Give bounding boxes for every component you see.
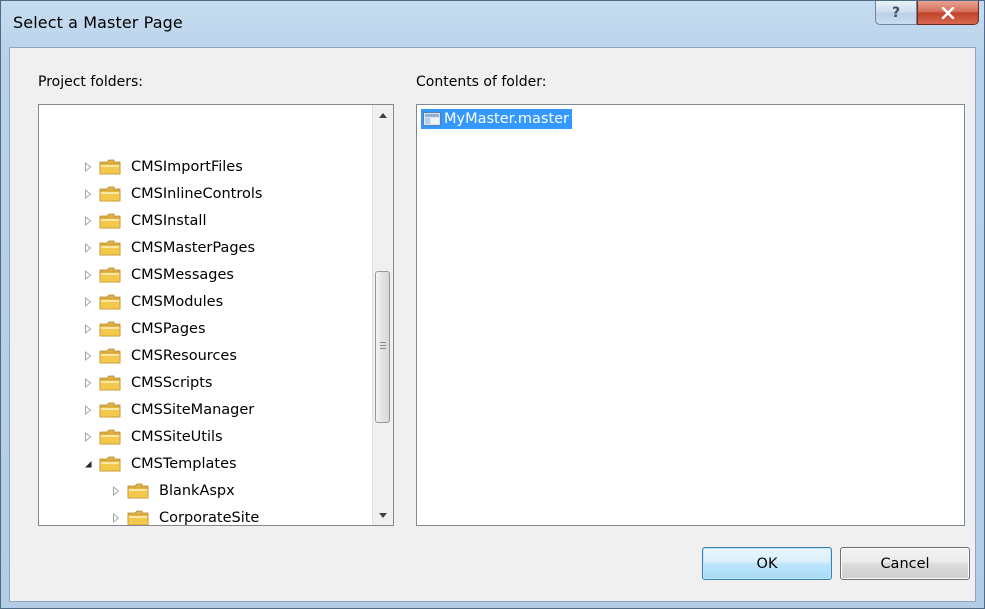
tree-item[interactable]: BlankAspx <box>111 477 238 504</box>
folder-icon <box>99 186 121 201</box>
tree-item-label: CMSImportFiles <box>131 158 243 175</box>
collapsed-triangle-icon[interactable] <box>83 188 93 199</box>
tree-item-label: CMSModules <box>131 293 224 310</box>
tree-item-label: CMSScripts <box>131 374 213 391</box>
master-file-icon <box>423 112 441 126</box>
collapsed-triangle-icon[interactable] <box>83 242 93 253</box>
tree-item[interactable]: CMSInstall <box>83 207 210 234</box>
tree-vertical-scrollbar[interactable] <box>372 105 393 525</box>
collapsed-triangle-icon[interactable] <box>111 512 121 523</box>
ok-button[interactable]: OK <box>702 547 832 580</box>
tree-item[interactable]: CMSTemplates <box>83 450 240 477</box>
dialog-client-area: Project folders: Contents of folder: CMS… <box>9 47 976 602</box>
folder-icon <box>99 267 121 282</box>
folder-icon <box>99 456 121 471</box>
folder-icon <box>99 321 121 336</box>
project-folders-tree[interactable]: CMSImportFiles CMSInlineControls CMSInstal… <box>38 104 394 526</box>
contents-of-folder-label: Contents of folder: <box>416 74 547 90</box>
collapsed-triangle-icon[interactable] <box>83 161 93 172</box>
tree-list: CMSImportFiles CMSInlineControls CMSInstal… <box>39 105 373 525</box>
file-item[interactable]: MyMaster.master <box>421 109 573 129</box>
tree-item-label: CMSSiteUtils <box>131 428 223 445</box>
scroll-up-icon <box>379 112 387 118</box>
collapsed-triangle-icon[interactable] <box>83 269 93 280</box>
tree-item[interactable]: CMSImportFiles <box>83 153 246 180</box>
scroll-up-arrow[interactable] <box>373 105 393 125</box>
title-bar[interactable]: Select a Master Page ? <box>1 1 984 47</box>
tree-item-label: CMSInlineControls <box>131 185 263 202</box>
expanded-triangle-icon[interactable] <box>83 459 93 469</box>
tree-item-label: CMSInstall <box>131 212 207 229</box>
scroll-down-arrow[interactable] <box>373 505 393 525</box>
collapsed-triangle-icon[interactable] <box>83 350 93 361</box>
collapsed-triangle-icon[interactable] <box>83 431 93 442</box>
tree-item[interactable]: CMSSiteUtils <box>83 423 226 450</box>
dialog-window: Select a Master Page ? Project folders: … <box>0 0 985 609</box>
folder-icon <box>99 159 121 174</box>
collapsed-triangle-icon[interactable] <box>83 377 93 388</box>
folder-contents-list[interactable]: MyMaster.master <box>416 104 965 526</box>
help-button[interactable]: ? <box>875 1 917 25</box>
folder-icon <box>127 510 149 525</box>
tree-item[interactable]: CMSModules <box>83 288 226 315</box>
folder-icon <box>99 402 121 417</box>
tree-item-label: CMSSiteManager <box>131 401 255 418</box>
collapsed-triangle-icon[interactable] <box>83 404 93 415</box>
close-button[interactable] <box>917 1 979 25</box>
title-buttons: ? <box>875 1 979 25</box>
thumb-grip-icon <box>380 342 386 351</box>
folder-icon <box>99 240 121 255</box>
folder-icon <box>99 294 121 309</box>
tree-item-label: CorporateSite <box>159 509 260 526</box>
folder-icon <box>99 375 121 390</box>
tree-item[interactable]: CorporateSite <box>111 504 262 525</box>
collapsed-triangle-icon[interactable] <box>83 215 93 226</box>
scroll-thumb[interactable] <box>375 271 390 423</box>
tree-item[interactable]: CMSSiteManager <box>83 396 257 423</box>
tree-item-label: CMSMasterPages <box>131 239 256 256</box>
tree-item-label: BlankAspx <box>159 482 235 499</box>
tree-item-label: CMSMessages <box>131 266 234 283</box>
tree-item[interactable]: CMSInlineControls <box>83 180 265 207</box>
folder-icon <box>127 483 149 498</box>
tree-item[interactable]: CMSResources <box>83 342 240 369</box>
tree-item-label: CMSResources <box>131 347 237 364</box>
file-label: MyMaster.master <box>444 111 570 127</box>
tree-item[interactable]: CMSMasterPages <box>83 234 258 261</box>
tree-item[interactable]: CMSPages <box>83 315 209 342</box>
help-icon: ? <box>891 4 901 21</box>
folder-icon <box>99 213 121 228</box>
collapsed-triangle-icon[interactable] <box>83 323 93 334</box>
close-icon <box>941 6 955 19</box>
dialog-title: Select a Master Page <box>13 13 183 32</box>
tree-item-label: CMSPages <box>131 320 206 337</box>
folder-icon <box>99 348 121 363</box>
collapsed-triangle-icon[interactable] <box>83 296 93 307</box>
tree-item-label: CMSTemplates <box>131 455 237 472</box>
tree-item[interactable]: CMSMessages <box>83 261 237 288</box>
tree-item[interactable]: CMSScripts <box>83 369 215 396</box>
cancel-button[interactable]: Cancel <box>840 547 970 580</box>
scroll-down-icon <box>379 512 387 518</box>
folder-icon <box>99 429 121 444</box>
project-folders-label: Project folders: <box>38 74 143 90</box>
collapsed-triangle-icon[interactable] <box>111 485 121 496</box>
